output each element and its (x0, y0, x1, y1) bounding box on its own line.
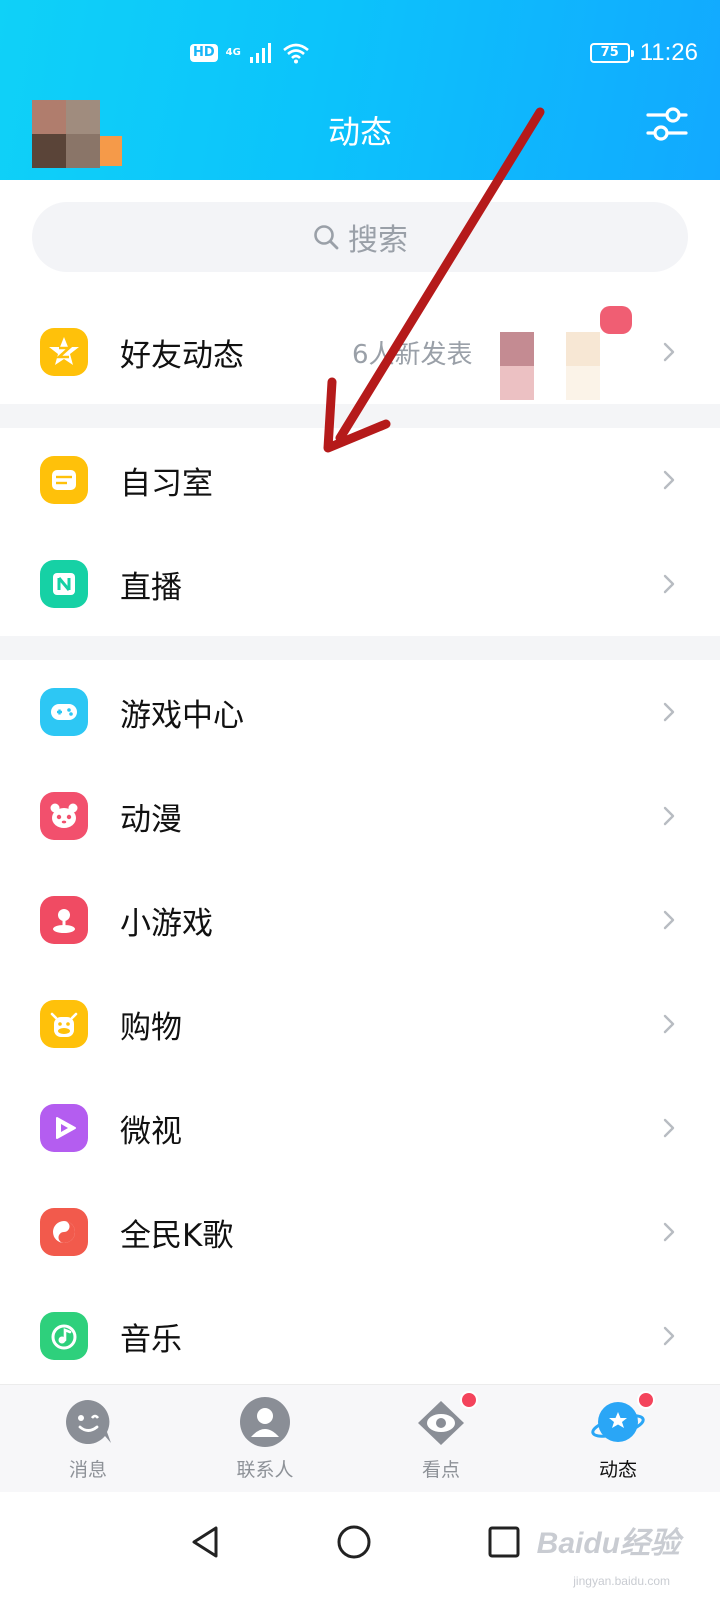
network-type: 4G (225, 47, 241, 58)
karaoke-icon (40, 1208, 88, 1256)
menu-item-label: 动漫 (120, 801, 182, 838)
settings-sliders-icon[interactable] (646, 104, 688, 144)
study-room-icon (40, 456, 88, 504)
status-bar-left: HD 4G (190, 38, 310, 68)
tab-moments[interactable]: 动态 (558, 1391, 678, 1482)
contact-person-icon (238, 1395, 292, 1449)
music-icon (40, 1312, 88, 1360)
friends-feed-row[interactable]: 好友动态 6人新发表 (0, 300, 720, 404)
chevron-right-icon (663, 470, 675, 490)
search-area: 搜索 (0, 180, 720, 300)
services-section-2: 游戏中心 动漫 小游戏 购物 微视 全民K歌 音乐 (0, 660, 720, 1388)
content-list: 搜索 好友动态 6人新发表 自习室 直播 游戏中心 动漫 小游戏 购物 微视 全… (0, 180, 720, 1388)
tab-contacts[interactable]: 联系人 (205, 1395, 325, 1482)
chevron-right-icon (663, 1014, 675, 1034)
friends-feed-subtitle: 6人新发表 (352, 339, 473, 370)
chevron-right-icon (663, 1326, 675, 1346)
chevron-right-icon (663, 1222, 675, 1242)
section-divider (0, 636, 720, 660)
friends-feed-section: 好友动态 6人新发表 (0, 300, 720, 404)
search-input[interactable]: 搜索 (32, 202, 688, 272)
hd-badge: HD (190, 44, 218, 62)
qzone-star-icon (40, 328, 88, 376)
chevron-right-icon (663, 910, 675, 930)
notification-dot (637, 1391, 655, 1409)
section-divider (0, 404, 720, 428)
menu-item-game-center[interactable]: 游戏中心 (0, 660, 720, 764)
notification-dot (460, 1391, 478, 1409)
services-section-1: 自习室 直播 (0, 428, 720, 636)
watermark-url: jingyan.baidu.com (573, 1574, 670, 1588)
chevron-right-icon (663, 702, 675, 722)
play-icon (40, 1104, 88, 1152)
menu-item-label: 音乐 (120, 1321, 182, 1358)
eye-icon (414, 1391, 478, 1449)
tab-label: 联系人 (236, 1459, 294, 1481)
tab-label: 消息 (68, 1459, 107, 1481)
header-bar: HD 4G 75 11:26 动态 (0, 0, 720, 180)
cow-icon (40, 1000, 88, 1048)
planet-star-icon (591, 1391, 655, 1449)
menu-item-label: 微视 (120, 1113, 182, 1150)
menu-item-label: 自习室 (120, 465, 213, 502)
menu-item-karaoke[interactable]: 全民K歌 (0, 1180, 720, 1284)
gamepad-icon (40, 688, 88, 736)
chevron-right-icon (663, 1118, 675, 1138)
menu-item-mini-games[interactable]: 小游戏 (0, 868, 720, 972)
watermark-brand: Baidu经验 (536, 1527, 680, 1560)
menu-item-study-room[interactable]: 自习室 (0, 428, 720, 532)
battery-indicator: 75 (589, 43, 634, 63)
joystick-icon (40, 896, 88, 944)
home-circle-icon[interactable] (334, 1522, 374, 1562)
tab-label: 看点 (421, 1459, 460, 1481)
chevron-right-icon (663, 806, 675, 826)
tab-messages[interactable]: 消息 (28, 1395, 148, 1482)
recents-square-icon[interactable] (484, 1522, 524, 1562)
search-icon (314, 225, 339, 250)
menu-item-music[interactable]: 音乐 (0, 1284, 720, 1388)
menu-item-label: 小游戏 (120, 905, 213, 942)
menu-item-label: 购物 (120, 1009, 182, 1046)
chat-bubble-icon (61, 1395, 115, 1449)
page-title: 动态 (327, 113, 392, 151)
search-placeholder: 搜索 (348, 223, 408, 258)
menu-item-label: 游戏中心 (120, 697, 244, 734)
live-icon (40, 560, 88, 608)
friend-thumbnails (470, 300, 650, 404)
tab-label: 动态 (598, 1459, 637, 1481)
menu-item-weishi[interactable]: 微视 (0, 1076, 720, 1180)
menu-item-label: 直播 (120, 569, 182, 606)
bottom-tab-bar: 消息 联系人 看点 动态 (0, 1384, 720, 1492)
menu-item-anime[interactable]: 动漫 (0, 764, 720, 868)
panda-icon (40, 792, 88, 840)
tab-watch[interactable]: 看点 (381, 1391, 501, 1482)
cellular-signal-icon (249, 43, 271, 63)
menu-item-live[interactable]: 直播 (0, 532, 720, 636)
wifi-icon (282, 43, 309, 64)
chevron-right-icon (663, 574, 675, 594)
chevron-right-icon (663, 342, 675, 362)
friends-feed-label: 好友动态 (120, 337, 244, 374)
menu-item-label: 全民K歌 (120, 1217, 234, 1254)
status-bar-right: 75 11:26 (589, 38, 698, 68)
back-triangle-icon[interactable] (186, 1522, 226, 1562)
clock: 11:26 (639, 39, 698, 66)
menu-item-shopping[interactable]: 购物 (0, 972, 720, 1076)
